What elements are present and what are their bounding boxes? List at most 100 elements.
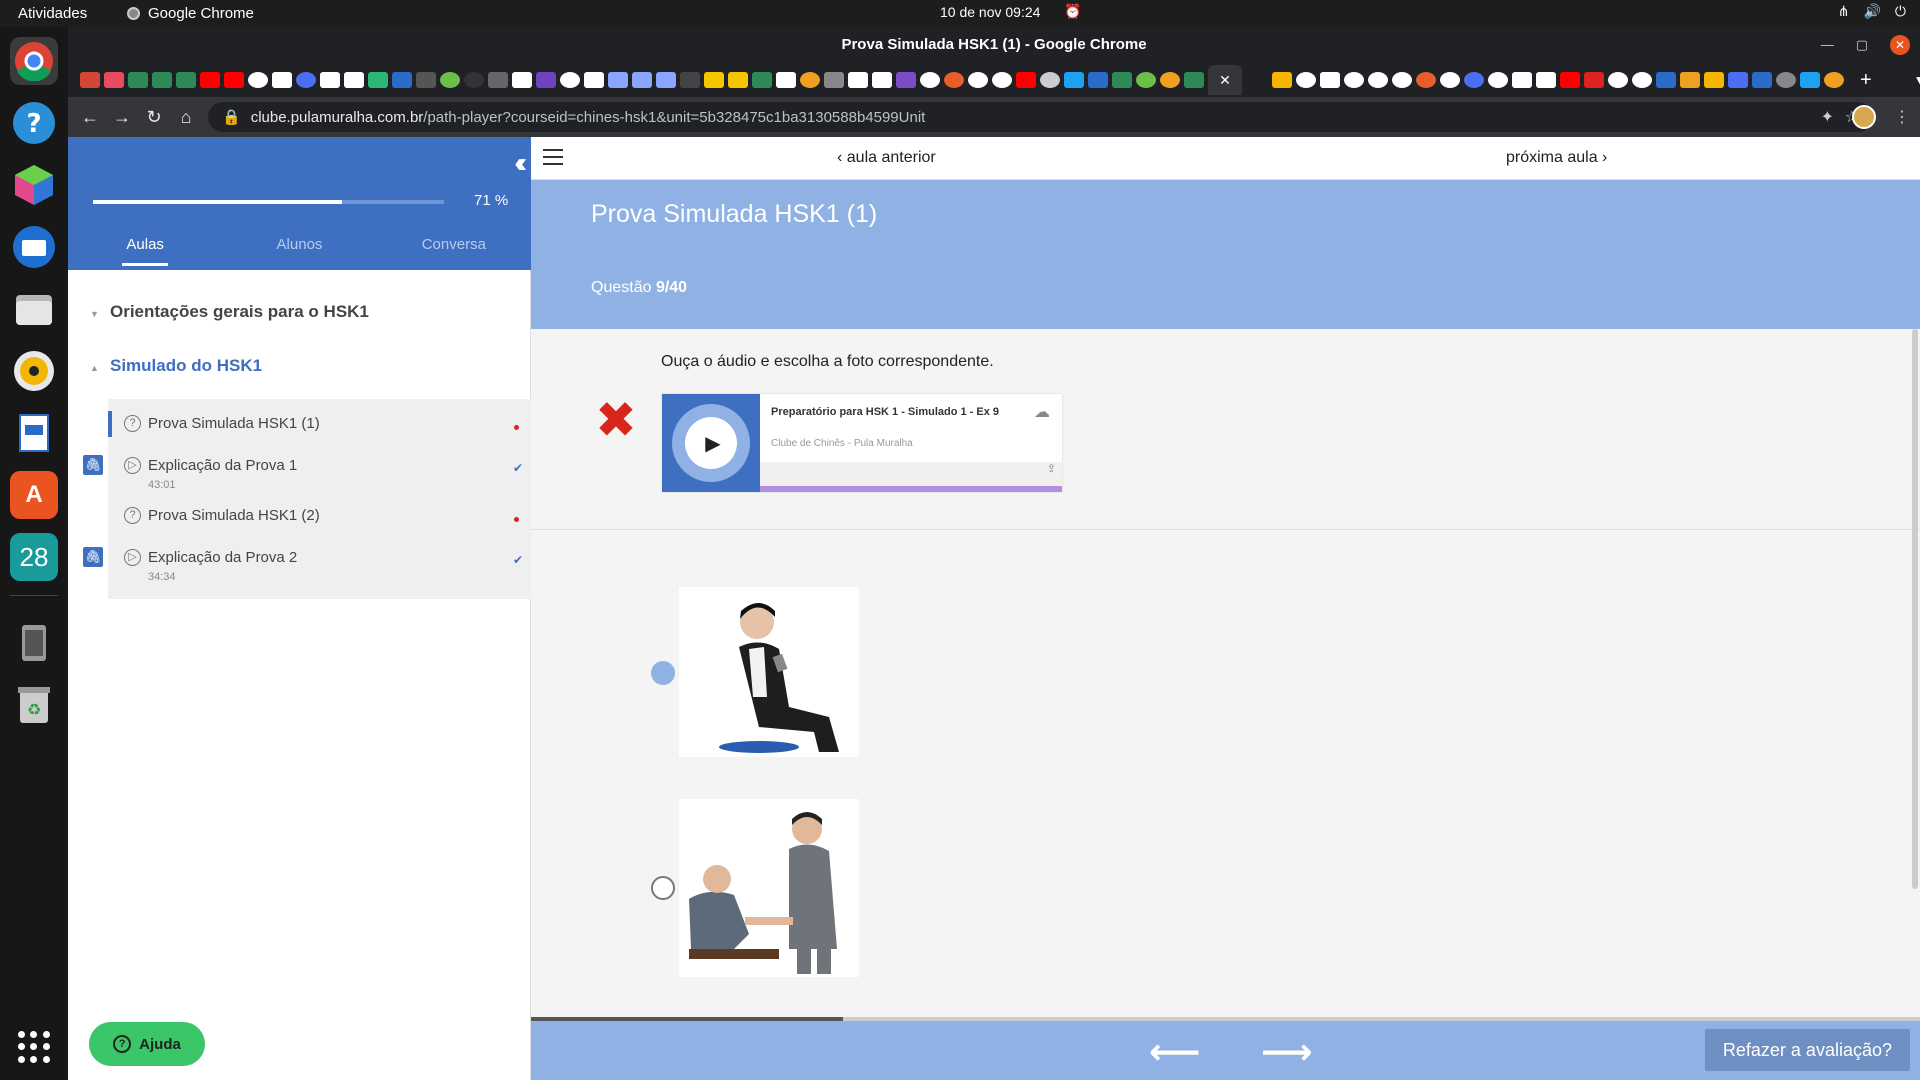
tab-icon[interactable] — [392, 72, 412, 88]
tab-youtube-icon[interactable] — [1016, 72, 1036, 88]
tab-icon[interactable] — [896, 72, 916, 88]
tab-icon[interactable] — [1344, 72, 1364, 88]
tab-icon[interactable] — [272, 72, 292, 88]
tab-youtube-icon[interactable] — [1560, 72, 1580, 88]
tab-icon[interactable] — [728, 72, 748, 88]
tab-icon[interactable] — [1272, 72, 1292, 88]
previous-question-button[interactable]: ⟵ — [1149, 1031, 1201, 1073]
tab-search-icon[interactable]: ▼ — [1914, 73, 1920, 87]
tab-icon[interactable] — [1064, 72, 1084, 88]
next-question-button[interactable]: ⟶ — [1261, 1031, 1313, 1073]
lesson-item-prova-1[interactable]: ? Prova Simulada HSK1 (1) — [108, 411, 531, 451]
close-icon[interactable]: ✕ — [1890, 35, 1910, 55]
software-center-icon[interactable]: A — [10, 471, 58, 519]
thunderbird-icon[interactable] — [10, 223, 58, 271]
tab-icon[interactable] — [1776, 72, 1796, 88]
tab-icon[interactable] — [680, 72, 700, 88]
tab-icon[interactable] — [1368, 72, 1388, 88]
tab-icon[interactable] — [656, 72, 676, 88]
tab-icon[interactable] — [872, 72, 892, 88]
collapse-sidebar-icon[interactable]: ‹‹ — [514, 147, 526, 179]
extensions-icon[interactable]: ✦ — [1821, 107, 1834, 127]
device-icon[interactable] — [10, 619, 58, 667]
tab-icon[interactable] — [560, 72, 580, 88]
tab-icon[interactable] — [104, 72, 124, 88]
help-button[interactable]: ? Ajuda — [89, 1022, 205, 1066]
tab-google-icon[interactable] — [1392, 72, 1412, 88]
tab-icon[interactable] — [248, 72, 268, 88]
tab-icon[interactable] — [1680, 72, 1700, 88]
system-tray[interactable]: ⋔ 🔊 ⏻ — [1838, 3, 1906, 20]
tab-icon[interactable] — [488, 72, 508, 88]
show-apps-icon[interactable] — [18, 1031, 50, 1063]
next-lesson-link[interactable]: próxima aula › — [1506, 149, 1607, 167]
tab-youtube-icon[interactable] — [224, 72, 244, 88]
tab-icon[interactable] — [584, 72, 604, 88]
audio-progress-bar[interactable] — [760, 486, 1062, 492]
chrome-icon[interactable] — [10, 37, 58, 85]
trash-icon[interactable]: ♻ — [10, 681, 58, 729]
tab-icon[interactable] — [1136, 72, 1156, 88]
tab-icon[interactable] — [368, 72, 388, 88]
tab-icon[interactable] — [800, 72, 820, 88]
tab-icon[interactable] — [920, 72, 940, 88]
tab-google-icon[interactable] — [1488, 72, 1508, 88]
menu-icon[interactable] — [543, 149, 563, 165]
audio-waveform[interactable] — [760, 462, 1062, 486]
lesson-item-explicacao-1[interactable]: 🖇 ▷ Explicação da Prova 1 43:01 ✔ — [83, 453, 531, 493]
play-button[interactable]: ▶ — [685, 417, 737, 469]
forward-icon[interactable]: → — [106, 107, 138, 128]
tab-icon[interactable] — [1608, 72, 1628, 88]
soundcloud-icon[interactable]: ☁ — [1034, 402, 1050, 422]
photo-man-reading-phone[interactable] — [679, 587, 859, 757]
tab-icon[interactable] — [1512, 72, 1532, 88]
writer-icon[interactable] — [10, 409, 58, 457]
previous-lesson-link[interactable]: ‹ aula anterior — [837, 149, 936, 167]
lesson-item-prova-2[interactable]: ? Prova Simulada HSK1 (2) — [108, 503, 531, 543]
tab-icon[interactable] — [1112, 72, 1132, 88]
back-icon[interactable]: ← — [74, 107, 106, 128]
tab-google-icon[interactable] — [1296, 72, 1316, 88]
tab-conversa[interactable]: Conversa — [377, 225, 531, 270]
tab-icon[interactable] — [1824, 72, 1844, 88]
tab-icon[interactable] — [1088, 72, 1108, 88]
tab-icon[interactable] — [1320, 72, 1340, 88]
tab-icon[interactable] — [704, 72, 724, 88]
section-orientacoes[interactable]: ▼ Orientações gerais para o HSK1 — [68, 302, 531, 322]
profile-avatar[interactable] — [1852, 105, 1876, 129]
tab-icon[interactable] — [632, 72, 652, 88]
tab-icon[interactable] — [416, 72, 436, 88]
tab-google-icon[interactable] — [1440, 72, 1460, 88]
tab-google-icon[interactable] — [1632, 72, 1652, 88]
attachment-icon[interactable]: 🖇 — [83, 547, 103, 567]
tab-icon[interactable] — [992, 72, 1012, 88]
page-scrollbar[interactable] — [1910, 329, 1920, 889]
tab-icon[interactable] — [1728, 72, 1748, 88]
tab-aulas[interactable]: Aulas — [68, 225, 222, 270]
tab-github-icon[interactable] — [464, 72, 484, 88]
clock[interactable]: 10 de nov 09:24 — [940, 4, 1040, 20]
tab-icon[interactable] — [1752, 72, 1772, 88]
tab-icon[interactable] — [1536, 72, 1556, 88]
tab-icon[interactable] — [776, 72, 796, 88]
help-icon[interactable]: ? — [10, 99, 58, 147]
attachment-icon[interactable]: 🖇 — [83, 455, 103, 475]
tab-icon[interactable] — [1040, 72, 1060, 88]
reload-icon[interactable]: ↻ — [138, 107, 170, 128]
tab-icon[interactable] — [752, 72, 772, 88]
minimize-icon[interactable]: — — [1821, 27, 1834, 63]
tab-icon[interactable] — [512, 72, 532, 88]
tab-icon[interactable] — [1800, 72, 1820, 88]
answer-radio-selected[interactable] — [651, 661, 675, 685]
cube-app-icon[interactable] — [10, 161, 58, 209]
tab-icon[interactable] — [296, 72, 316, 88]
tab-icon[interactable] — [848, 72, 868, 88]
tab-icon[interactable] — [824, 72, 844, 88]
active-tab-close-icon[interactable]: ✕ — [1208, 65, 1242, 95]
tab-icon[interactable] — [608, 72, 628, 88]
tab-icon[interactable] — [1584, 72, 1604, 88]
tab-icon[interactable] — [1656, 72, 1676, 88]
photo-men-shaking-hands[interactable] — [679, 799, 859, 977]
tab-icon[interactable] — [1160, 72, 1180, 88]
rhythmbox-icon[interactable] — [10, 347, 58, 395]
